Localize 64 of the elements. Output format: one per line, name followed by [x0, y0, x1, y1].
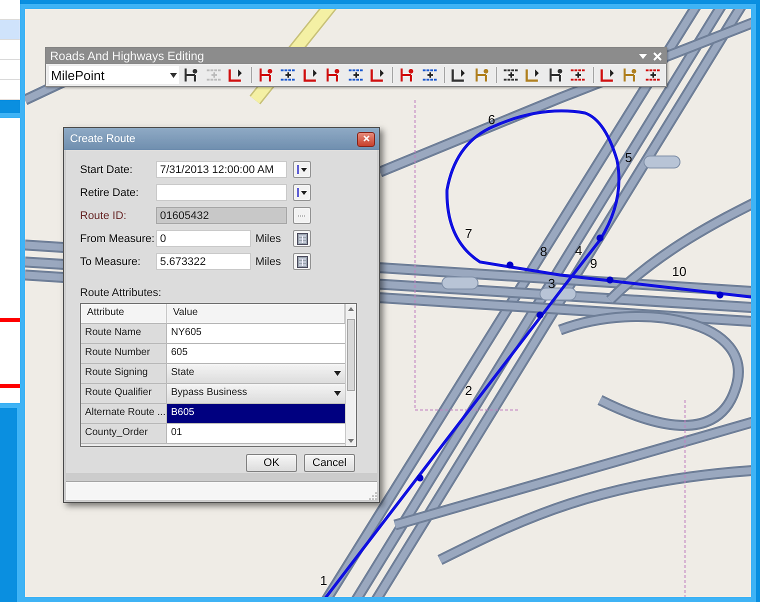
route-segment-label: 2: [465, 383, 472, 398]
field-label: From Measure:: [80, 232, 156, 244]
input-field[interactable]: [156, 184, 287, 201]
route-shield-icon: [644, 156, 680, 168]
route-shield-icon: [442, 276, 478, 290]
ellipsis-icon: [297, 214, 307, 217]
resize-grip-icon[interactable]: [369, 492, 377, 500]
caret-icon: [334, 391, 341, 396]
route-segment-label: 3: [548, 276, 556, 291]
value-dropdown[interactable]: Bypass Business: [167, 384, 345, 403]
input-field[interactable]: 5.673322: [156, 253, 251, 270]
close-icon: [362, 134, 370, 142]
field-label: Retire Date:: [80, 186, 140, 198]
column-header: Attribute: [81, 304, 167, 323]
attributes-label: Route Attributes:: [80, 287, 162, 299]
scroll-up-icon[interactable]: [348, 307, 354, 311]
value-cell[interactable]: 605: [167, 344, 345, 363]
field-label: To Measure:: [80, 256, 142, 268]
attribute-name: Route Qualifier: [81, 384, 167, 403]
attribute-name: County_Order: [81, 424, 167, 443]
calculator-icon: [296, 232, 308, 244]
layer-dropdown[interactable]: MilePoint: [49, 66, 180, 84]
calculator-icon: [296, 256, 308, 268]
route-segment-label: 10: [672, 264, 686, 279]
value-dropdown[interactable]: State: [167, 364, 345, 383]
close-icon[interactable]: [653, 52, 662, 60]
input-field[interactable]: 7/31/2013 12:00:00 AM: [156, 161, 287, 178]
menu-caret-icon[interactable]: [639, 54, 647, 58]
date-dropdown-button[interactable]: [293, 161, 311, 178]
route-segment-label: 6: [488, 112, 496, 127]
column-header: Value: [167, 304, 345, 323]
scroll-down-icon[interactable]: [348, 439, 354, 443]
value-cell[interactable]: 01: [167, 424, 345, 443]
route-segment-label: 8: [540, 244, 548, 259]
cancel-button[interactable]: Cancel: [304, 454, 355, 472]
calculator-button[interactable]: [293, 230, 311, 247]
toolbar-title: Roads And Highways Editing: [50, 49, 204, 63]
date-dropdown-button[interactable]: [293, 184, 311, 201]
input-field[interactable]: 0: [156, 230, 251, 247]
attribute-name: Alternate Route ...: [81, 404, 167, 423]
caret-icon: [297, 165, 307, 174]
caret-icon: [334, 371, 341, 376]
vertical-scrollbar[interactable]: [345, 304, 356, 446]
unit-label: Miles: [255, 232, 281, 244]
attribute-name: Route Signing: [81, 364, 167, 383]
field-label: Route ID:: [80, 210, 128, 222]
route-segment-label: 9: [590, 256, 598, 271]
unit-label: Miles: [255, 256, 281, 268]
calculator-button[interactable]: [293, 253, 311, 270]
caret-icon: [170, 72, 178, 78]
attribute-name: Route Name: [81, 324, 167, 343]
route-segment-label: 1: [320, 573, 328, 588]
dialog-title: Create Route: [70, 133, 136, 145]
route-segment-label: 4: [575, 243, 582, 258]
field-label: Start Date:: [80, 164, 134, 176]
ok-button[interactable]: OK: [246, 454, 297, 472]
route-segment-label: 5: [625, 150, 632, 165]
value-cell[interactable]: B605: [167, 404, 345, 423]
route-segment-label: 7: [465, 226, 472, 241]
value-cell[interactable]: NY605: [167, 324, 345, 343]
attribute-name: Route Number: [81, 344, 167, 363]
close-button[interactable]: [357, 132, 375, 146]
caret-icon: [297, 188, 307, 197]
browse-button[interactable]: [293, 207, 311, 224]
